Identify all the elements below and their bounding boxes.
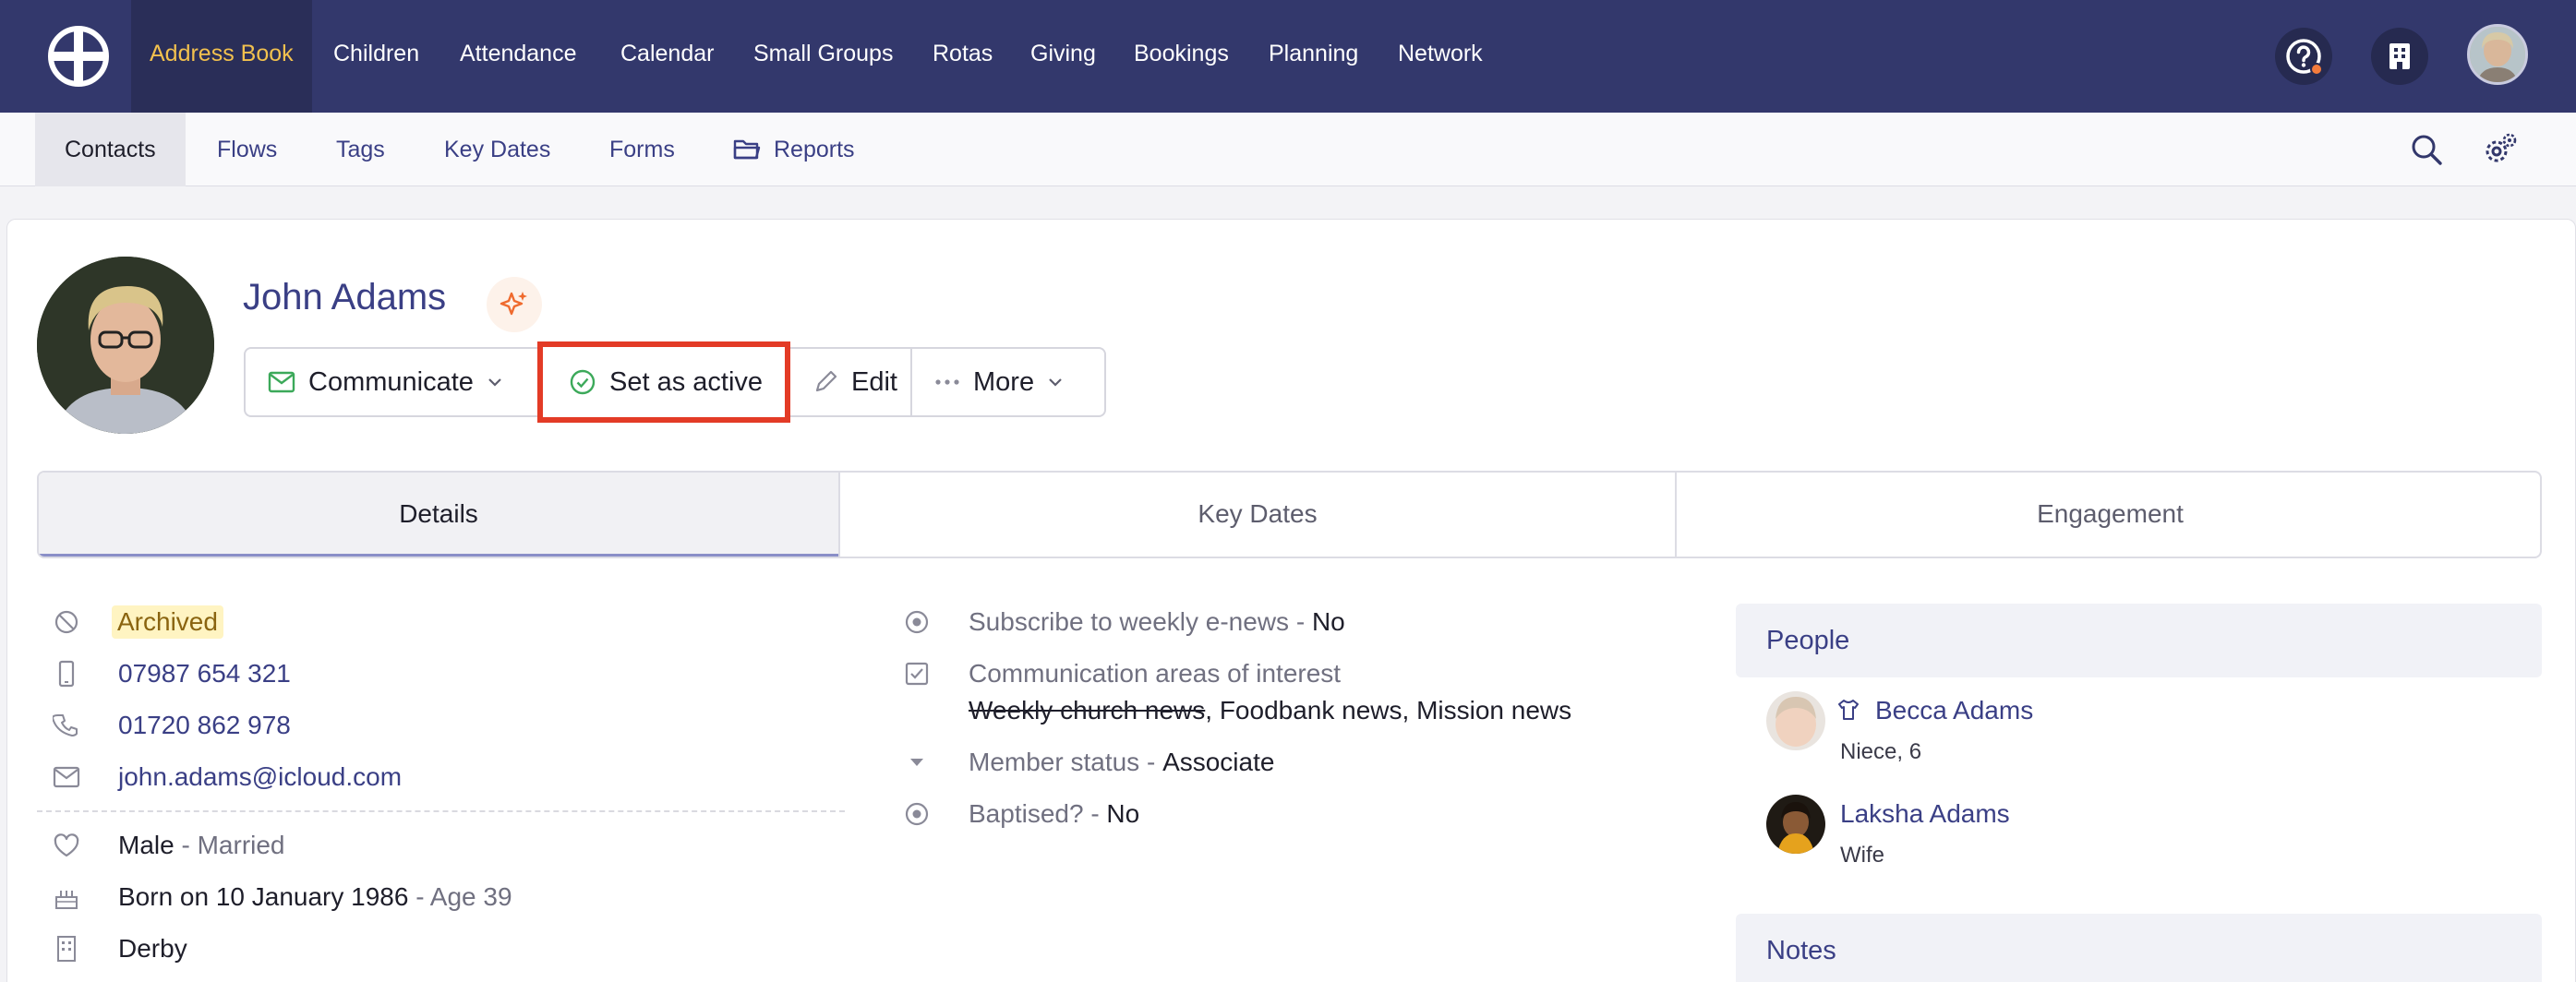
birth-date: Born on 10 January 1986: [118, 882, 409, 911]
enews-value: No: [1311, 607, 1345, 636]
communicate-label: Communicate: [308, 366, 474, 397]
location-value: Derby: [118, 934, 187, 963]
birthday-row: Born on 10 January 1986 - Age 39: [118, 879, 512, 916]
envelope-icon: [268, 371, 295, 393]
search-button[interactable]: [2408, 131, 2445, 168]
sub-navigation: Contacts Flows Tags Key Dates Forms Repo…: [0, 113, 2576, 186]
baptised-label: Baptised? -: [969, 799, 1107, 828]
organisation-button[interactable]: [2371, 28, 2428, 85]
set-as-active-button[interactable]: Set as active: [537, 341, 790, 423]
email-icon: [51, 761, 82, 793]
notes-heading: Notes: [1736, 914, 2542, 982]
phone-icon: [51, 710, 82, 741]
caret-down-icon: [901, 747, 933, 778]
settings-button[interactable]: [2482, 131, 2519, 168]
radio-icon: [901, 798, 933, 830]
subnav-key-dates[interactable]: Key Dates: [415, 113, 580, 186]
chevron-down-icon: [1049, 378, 1062, 387]
member-label: Member status -: [969, 748, 1163, 776]
mobile-link[interactable]: 07987 654 321: [118, 659, 291, 689]
enews-row: Subscribe to weekly e-news - No: [969, 604, 1345, 641]
member-value: Associate: [1162, 748, 1275, 776]
gender-marital-row: Male - Married: [118, 827, 285, 864]
edit-button[interactable]: Edit: [788, 347, 912, 417]
nav-item-giving[interactable]: Giving: [1012, 0, 1114, 113]
subnav-flows[interactable]: Flows: [187, 113, 307, 186]
birthday-cake-icon: [51, 881, 82, 913]
interest-rest: , Foodbank news, Mission news: [1205, 696, 1572, 725]
interest-struck: Weekly church news: [969, 696, 1206, 725]
tab-key-dates[interactable]: Key Dates: [840, 473, 1675, 557]
nav-item-children[interactable]: Children: [315, 0, 438, 113]
baptised-row: Baptised? - No: [969, 796, 1139, 832]
mobile-icon: [51, 658, 82, 689]
interest-values: Weekly church news , Foodbank news, Miss…: [969, 692, 1571, 729]
nav-item-small-groups[interactable]: Small Groups: [735, 0, 911, 113]
status-row: Archived: [112, 604, 223, 641]
settings-icon: [2486, 133, 2517, 162]
chevron-down-icon: [488, 378, 501, 387]
help-button[interactable]: [2275, 28, 2332, 85]
archived-icon: [51, 606, 82, 638]
age-value: - Age 39: [408, 882, 512, 911]
heart-icon: [51, 830, 82, 861]
email-link[interactable]: john.adams@icloud.com: [118, 762, 402, 792]
nav-item-attendance[interactable]: Attendance: [441, 0, 596, 113]
marital-separator: -: [174, 831, 198, 859]
top-navigation: Address Book Children Attendance Calenda…: [0, 0, 2576, 113]
member-status-row: Member status - Associate: [969, 744, 1274, 781]
contact-photo: [37, 257, 214, 434]
person-relation: Niece, 6: [1840, 739, 1922, 764]
edit-label: Edit: [851, 366, 897, 397]
tab-details[interactable]: Details: [39, 473, 838, 557]
gender-value: Male: [118, 831, 175, 859]
app-logo[interactable]: [48, 26, 109, 87]
enews-label: Subscribe to weekly e-news -: [969, 607, 1312, 636]
person-avatar[interactable]: [1766, 691, 1825, 750]
subnav-reports[interactable]: Reports: [744, 113, 885, 186]
details-divider: [37, 810, 845, 812]
nav-item-rotas[interactable]: Rotas: [914, 0, 1011, 113]
people-heading: People: [1736, 604, 2542, 677]
nav-item-calendar[interactable]: Calendar: [602, 0, 732, 113]
contact-card: [6, 219, 2576, 982]
search-icon: [2412, 135, 2442, 165]
child-icon: [1838, 698, 1859, 722]
notification-dot: [2310, 63, 2323, 76]
communicate-button[interactable]: Communicate: [244, 347, 539, 417]
interest-label: Communication areas of interest: [969, 659, 1342, 688]
ellipsis-icon: [935, 379, 959, 385]
contact-tabs: Details Key Dates Engagement: [37, 471, 2542, 558]
pencil-icon: [815, 370, 837, 392]
checkbox-icon: [901, 658, 933, 689]
building-icon: [2389, 43, 2410, 69]
check-circle-icon: [570, 369, 596, 395]
baptised-value: No: [1106, 799, 1140, 828]
building-icon: [51, 933, 82, 964]
subnav-forms[interactable]: Forms: [580, 113, 704, 186]
nav-item-bookings[interactable]: Bookings: [1115, 0, 1247, 113]
user-avatar[interactable]: [2467, 24, 2528, 85]
sparkle-icon: [500, 292, 527, 316]
subnav-tags[interactable]: Tags: [307, 113, 415, 186]
nav-item-network[interactable]: Network: [1379, 0, 1501, 113]
phone-link[interactable]: 01720 862 978: [118, 711, 291, 740]
status-badge: Archived: [112, 605, 223, 639]
marital-status: Married: [197, 831, 285, 859]
person-avatar[interactable]: [1766, 795, 1825, 854]
nav-item-address-book[interactable]: Address Book: [131, 0, 312, 113]
person-relation: Wife: [1840, 843, 1884, 868]
nav-item-planning[interactable]: Planning: [1250, 0, 1377, 113]
more-label: More: [973, 366, 1035, 397]
more-button[interactable]: More: [910, 347, 1106, 417]
contact-name: John Adams: [243, 277, 447, 317]
person-name-link[interactable]: Becca Adams: [1875, 696, 2033, 725]
person-name-link[interactable]: Laksha Adams: [1840, 799, 2010, 829]
ai-assist-button[interactable]: [487, 277, 542, 332]
tab-engagement[interactable]: Engagement: [1677, 473, 2540, 557]
subnav-contacts[interactable]: Contacts: [35, 113, 186, 186]
set-as-active-label: Set as active: [609, 366, 764, 397]
radio-icon: [901, 606, 933, 638]
